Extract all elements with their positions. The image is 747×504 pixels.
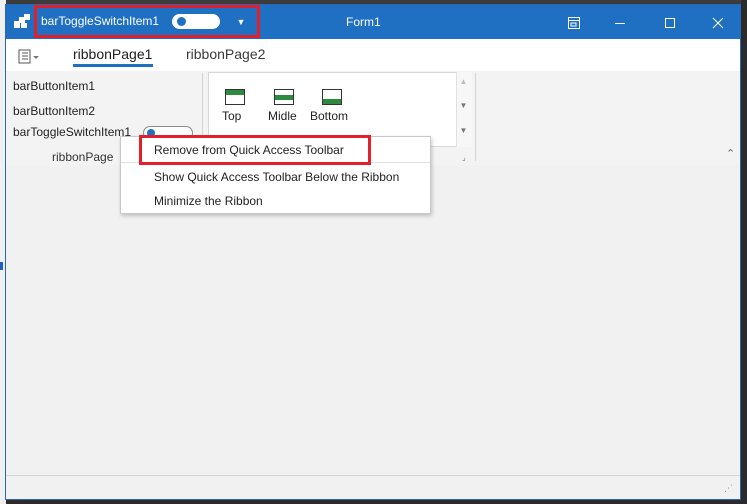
scroll-down-icon[interactable]: ▼ <box>457 101 470 110</box>
size-grip-icon[interactable]: ⋰ <box>724 483 736 495</box>
form-window: barToggleSwitchItem1 ▼ Form1 ribbonPage1… <box>5 4 741 500</box>
menu-highlight-box <box>139 135 371 165</box>
ribbon-toggle-label[interactable]: barToggleSwitchItem1 <box>13 125 131 139</box>
tabbed-view-icon <box>568 16 580 29</box>
menu-item-minimize-ribbon[interactable]: Minimize the Ribbon <box>154 194 263 208</box>
tab-ribbon-page1[interactable]: ribbonPage1 <box>73 46 152 62</box>
tabbed-view-button[interactable] <box>551 5 597 39</box>
minimize-icon <box>615 22 625 24</box>
close-icon <box>712 17 724 29</box>
gallery-top-icon[interactable] <box>225 89 245 105</box>
scroll-up-icon[interactable]: ▲ <box>457 77 470 86</box>
maximize-button[interactable] <box>647 5 693 39</box>
window-title: Form1 <box>346 15 381 29</box>
qat-highlight-box <box>34 5 260 38</box>
bar-button-item1[interactable]: barButtonItem1 <box>13 79 95 93</box>
ribbon-group-separator <box>475 73 476 161</box>
menu-item-show-qat-below[interactable]: Show Quick Access Toolbar Below the Ribb… <box>154 170 399 184</box>
gallery-bottom-icon[interactable] <box>322 89 342 105</box>
app-menu-icon[interactable] <box>16 49 42 65</box>
bar-button-item2[interactable]: barButtonItem2 <box>13 104 95 118</box>
maximize-icon <box>665 17 675 28</box>
tab-ribbon-page2[interactable]: ribbonPage2 <box>186 46 265 62</box>
gallery-item-bottom[interactable]: Bottom <box>310 109 348 123</box>
gallery-item-top[interactable]: Top <box>222 109 241 123</box>
collapse-ribbon-icon[interactable]: ⌃ <box>726 147 738 160</box>
background-right <box>741 0 747 504</box>
gallery-item-midle[interactable]: Midle <box>268 109 297 123</box>
selected-tab-indicator <box>73 64 153 67</box>
minimize-button[interactable] <box>597 5 643 39</box>
dialog-launcher-icon[interactable]: ⌟ <box>462 153 472 163</box>
background-mark <box>0 262 3 270</box>
status-bar <box>6 475 740 499</box>
ribbon-group-caption: ribbonPage <box>52 150 114 164</box>
gallery-midle-icon[interactable] <box>274 89 294 105</box>
app-logo-icon <box>14 14 30 28</box>
close-button[interactable] <box>695 5 740 39</box>
gallery-expand-icon[interactable]: ▼ <box>457 126 470 135</box>
